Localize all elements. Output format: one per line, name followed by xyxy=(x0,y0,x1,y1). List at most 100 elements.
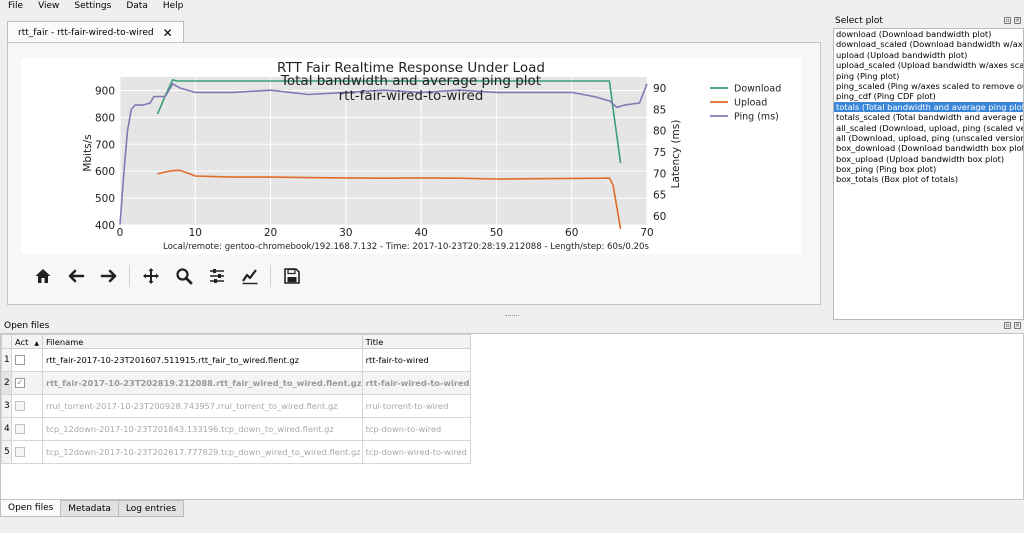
chart-footnote: Local/remote: gentoo-chromebook/192.168.… xyxy=(163,242,650,252)
close-icon[interactable]: × xyxy=(1014,322,1021,329)
tab-open-files[interactable]: Open files xyxy=(0,500,62,517)
sliders-icon xyxy=(209,269,224,283)
header-act-label: Act xyxy=(15,336,29,347)
open-files-dock-buttons: ▫ × xyxy=(1004,322,1021,329)
plot-list-item[interactable]: download (Download bandwidth plot) xyxy=(834,29,1023,39)
open-files-table-area: Act ▲ Filename Title 1 rtt_fair-2017-10-23… xyxy=(0,333,1024,500)
y-tick-label: 800 xyxy=(95,112,115,124)
pan-button[interactable] xyxy=(134,262,167,290)
act-checkbox[interactable]: ✓ xyxy=(15,378,25,389)
chart-subtitle-2: rtt-fair-wired-to-wired xyxy=(339,88,484,104)
row-number: 2 xyxy=(1,371,12,395)
select-plot-dock-buttons: ▫ × xyxy=(1004,17,1021,24)
y2-axis-label: Latency (ms) xyxy=(670,120,682,189)
filename-cell[interactable]: rtt_fair-2017-10-23T202819.212088.rtt_fa… xyxy=(42,371,363,395)
header-filename[interactable]: Filename xyxy=(42,334,363,349)
plot-list-item[interactable]: box_totals (Box plot of totals) xyxy=(834,174,1023,184)
plot-list-item[interactable]: box_download (Download bandwidth box plo… xyxy=(834,143,1023,153)
table-row[interactable]: 5 tcp_12down-2017-10-23T202617.777829.tcp… xyxy=(1,440,471,464)
plot-list-item[interactable]: ping_scaled (Ping w/axes scaled to remov… xyxy=(834,81,1023,91)
plot-list-item[interactable]: all (Download, upload, ping (unscaled ve… xyxy=(834,133,1023,143)
table-row[interactable]: 1 rtt_fair-2017-10-23T201607.511915.rtt_f… xyxy=(1,348,471,372)
filename-cell[interactable]: tcp_12down-2017-10-23T202617.777829.tcp_… xyxy=(42,440,363,464)
plot-list-item[interactable]: box_upload (Upload bandwidth box plot) xyxy=(834,154,1023,164)
title-cell[interactable]: tcp-down-to-wired xyxy=(361,417,471,441)
title-cell[interactable]: rrul-torrent-to-wired xyxy=(361,394,471,418)
zoom-button[interactable] xyxy=(167,262,200,290)
edit-axes-icon xyxy=(241,269,257,285)
header-act[interactable]: Act ▲ xyxy=(11,334,43,349)
act-cell xyxy=(11,348,43,372)
home-button[interactable] xyxy=(26,262,59,290)
filename-cell[interactable]: rtt_fair-2017-10-23T201607.511915.rtt_fa… xyxy=(42,348,363,372)
x-tick-label: 60 xyxy=(565,227,578,239)
tab-rtt-fair[interactable]: rtt_fair - rtt-fair-wired-to-wired ✕ xyxy=(7,21,184,43)
legend-label: Upload xyxy=(734,98,767,109)
table-row[interactable]: 2 ✓ rtt_fair-2017-10-23T202819.212088.rtt_… xyxy=(1,371,471,395)
table-row[interactable]: 4 tcp_12down-2017-10-23T201843.133196.tcp… xyxy=(1,417,471,441)
close-icon[interactable]: ✕ xyxy=(163,27,173,39)
tab-log-entries[interactable]: Log entries xyxy=(117,500,185,517)
pan-icon xyxy=(142,268,159,284)
y-axis-label: Mbits/s xyxy=(82,134,94,171)
act-checkbox[interactable] xyxy=(15,401,25,412)
figure-canvas[interactable]: 0 10 20 30 40 50 60 70 400 500 600 700 800 900 60 65 70 7… xyxy=(21,58,802,254)
forward-arrow-icon xyxy=(100,269,116,283)
row-number: 5 xyxy=(1,440,12,464)
y2-tick-label: 85 xyxy=(653,104,666,116)
menu-file[interactable]: File xyxy=(0,0,30,13)
act-checkbox[interactable] xyxy=(15,424,25,435)
toolbar-separator xyxy=(270,265,271,287)
plot-list-item[interactable]: box_ping (Ping box plot) xyxy=(834,164,1023,174)
menu-help[interactable]: Help xyxy=(155,0,191,13)
title-cell[interactable]: rtt-fair-to-wired xyxy=(361,348,471,372)
close-icon[interactable]: × xyxy=(1014,17,1021,24)
menu-data[interactable]: Data xyxy=(118,0,155,13)
plot-pane: 0 10 20 30 40 50 60 70 400 500 600 700 800 900 60 65 70 7… xyxy=(7,42,821,305)
title-cell[interactable]: rtt-fair-wired-to-wired xyxy=(361,371,471,395)
plot-list[interactable]: download (Download bandwidth plot) downlo… xyxy=(833,28,1024,320)
title-cell[interactable]: tcp-down-wired-to-wired xyxy=(361,440,471,464)
edit-axes-button[interactable] xyxy=(233,262,266,290)
plot-list-item[interactable]: upload (Upload bandwidth plot) xyxy=(834,50,1023,60)
y-tick-label: 600 xyxy=(95,166,115,178)
act-cell xyxy=(11,440,43,464)
back-button[interactable] xyxy=(59,262,92,290)
header-rownum xyxy=(1,334,12,349)
forward-button[interactable] xyxy=(92,262,125,290)
subplots-button[interactable] xyxy=(200,262,233,290)
act-cell: ✓ xyxy=(11,371,43,395)
filename-cell[interactable]: tcp_12down-2017-10-23T201843.133196.tcp_… xyxy=(42,417,363,441)
toolbar-separator xyxy=(129,265,130,287)
x-tick-label: 0 xyxy=(117,227,124,239)
menu-settings[interactable]: Settings xyxy=(66,0,118,13)
plot-list-item[interactable]: totals (Total bandwidth and average ping… xyxy=(834,101,1023,113)
plot-list-item[interactable]: totals_scaled (Total bandwidth and avera… xyxy=(834,112,1023,122)
plot-list-item[interactable]: ping (Ping plot) xyxy=(834,71,1023,81)
act-checkbox[interactable] xyxy=(15,447,25,458)
table-row[interactable]: 3 rrul_torrent-2017-10-23T200928.743957.r… xyxy=(1,394,471,418)
plot-list-item[interactable]: all_scaled (Download, upload, ping (scal… xyxy=(834,123,1023,133)
filename-cell[interactable]: rrul_torrent-2017-10-23T200928.743957.rr… xyxy=(42,394,363,418)
plot-list-item[interactable]: upload_scaled (Upload bandwidth w/axes s… xyxy=(834,60,1023,70)
splitter-grip xyxy=(505,315,519,316)
plot-list-item[interactable]: download_scaled (Download bandwidth w/ax… xyxy=(834,39,1023,49)
y2-tick-label: 65 xyxy=(653,190,666,202)
float-icon[interactable]: ▫ xyxy=(1004,322,1011,329)
splitter-handle[interactable] xyxy=(0,313,1024,318)
chart[interactable]: 0 10 20 30 40 50 60 704005006007008009006065707… xyxy=(21,58,802,254)
open-files-title: Open files xyxy=(4,321,50,331)
float-icon[interactable]: ▫ xyxy=(1004,17,1011,24)
act-checkbox[interactable] xyxy=(15,355,25,366)
plot-toolbar xyxy=(26,262,308,290)
tab-metadata[interactable]: Metadata xyxy=(60,500,119,517)
plot-list-item[interactable]: ping_cdf (Ping CDF plot) xyxy=(834,91,1023,101)
save-button[interactable] xyxy=(275,262,308,290)
menu-view[interactable]: View xyxy=(30,0,66,13)
x-tick-label: 40 xyxy=(414,227,427,239)
row-number: 1 xyxy=(1,348,12,372)
plot-tab-bar: rtt_fair - rtt-fair-wired-to-wired ✕ xyxy=(7,21,184,43)
chart-subtitle: Total bandwidth and average ping plot xyxy=(280,73,541,89)
y2-tick-label: 80 xyxy=(653,126,666,138)
header-title[interactable]: Title xyxy=(361,334,471,349)
